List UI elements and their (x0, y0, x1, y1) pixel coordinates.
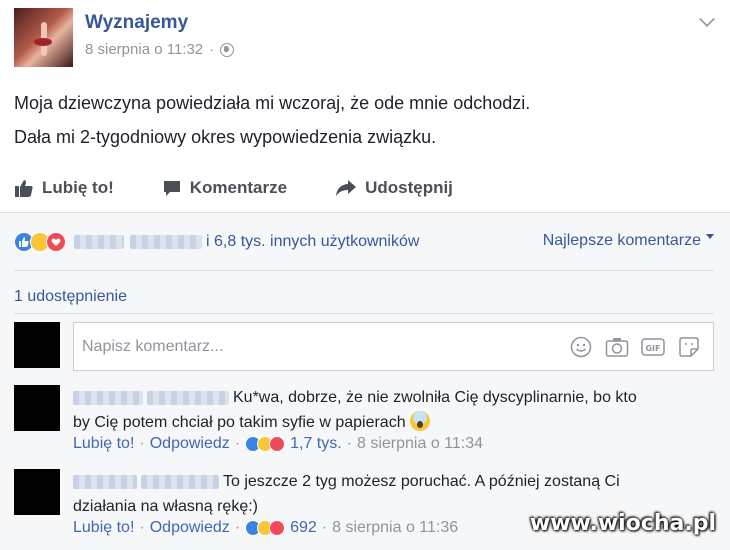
action-separator: · (346, 435, 352, 452)
share-button[interactable]: Udostępnij (335, 178, 453, 198)
post-line-1: Moja dziewczyna powiedziała mi wczoraj, … (14, 93, 531, 113)
comment-placeholder: Napisz komentarz... (82, 337, 224, 355)
comment-reply-link[interactable]: Odpowiedz (150, 435, 230, 453)
action-separator: · (139, 519, 145, 536)
action-separator: · (234, 519, 241, 536)
blurred-commenter-name[interactable] (73, 474, 137, 489)
globe-icon (220, 42, 235, 57)
comment-reply-link[interactable]: Odpowiedz (150, 519, 230, 537)
comment-bubble-icon (162, 178, 182, 198)
page-avatar[interactable] (14, 8, 73, 67)
divider (0, 212, 730, 213)
comment-line-1: To jeszcze 2 tyg możesz poruchać. A późn… (223, 473, 620, 490)
comment-date[interactable]: 8 sierpnia o 11:34 (357, 435, 483, 453)
post-line-2: Dała mi 2-tygodniowy okres wypowiedzenia… (14, 127, 437, 147)
comment-input[interactable]: Napisz komentarz... GIF (73, 322, 714, 371)
comment-reaction-count[interactable]: 692 (290, 519, 317, 537)
love-reaction-icon[interactable] (46, 232, 66, 252)
page-name[interactable]: Wyznajemy (85, 12, 188, 34)
action-separator: · (321, 519, 328, 536)
comment-date[interactable]: 8 sierpnia o 11:36 (332, 519, 458, 537)
emoji-icon[interactable] (569, 335, 593, 359)
comment-item: Ku*wa, dobrze, że nie zwolniła Cię dyscy… (14, 385, 714, 460)
love-reaction-icon (269, 436, 286, 452)
action-separator: · (139, 435, 145, 452)
comment-button[interactable]: Komentarze (162, 178, 287, 198)
like-label: Lubię to! (42, 178, 114, 197)
composer-icons: GIF (569, 335, 701, 359)
reactions-row: i 6,8 tys. innych użytkowników Najlepsze… (14, 229, 714, 255)
avatar-lips (34, 38, 52, 46)
comment-actions: Lubię to! · Odpowiedz · 1,7 tys. · 8 sie… (73, 435, 483, 453)
composer-avatar (14, 322, 60, 368)
gif-icon[interactable]: GIF (641, 335, 665, 359)
meta-separator: · (209, 41, 215, 58)
comment-line-2: działania na własną rękę:) (73, 498, 258, 515)
chevron-down-icon[interactable] (699, 11, 715, 27)
blurred-commenter-name[interactable] (73, 390, 143, 405)
action-separator: · (234, 435, 241, 452)
commenter-avatar[interactable] (14, 469, 60, 515)
sticker-icon[interactable] (677, 335, 701, 359)
post-meta: 8 sierpnia o 11:32 · (85, 41, 235, 58)
reactions-summary[interactable]: i 6,8 tys. innych użytkowników (206, 233, 419, 251)
comment-actions: Lubię to! · Odpowiedz · 692 · 8 sierpnia… (73, 519, 458, 537)
blurred-commenter-name[interactable] (147, 390, 229, 405)
camera-icon[interactable] (605, 335, 629, 359)
divider (14, 313, 714, 314)
comment-line-2: by Cię potem chciał po takim syfie w pap… (73, 414, 406, 431)
share-arrow-icon (335, 178, 357, 198)
shares-count[interactable]: 1 udostępnienie (14, 288, 127, 306)
screaming-face-emoji-icon (410, 411, 431, 431)
svg-text:GIF: GIF (645, 344, 660, 353)
post-text: Moja dziewczyna powiedziała mi wczoraj, … (14, 86, 530, 154)
action-bar: Lubię to! Komentarze Udostępnij (14, 170, 714, 206)
post-header: Wyznajemy 8 sierpnia o 11:32 · (14, 8, 715, 68)
comment-like-link[interactable]: Lubię to! (73, 519, 134, 537)
like-button[interactable]: Lubię to! (14, 178, 114, 198)
blurred-commenter-name[interactable] (141, 474, 219, 489)
thumbs-up-icon (14, 178, 34, 198)
comment-label: Komentarze (189, 178, 288, 197)
comment-line-1: Ku*wa, dobrze, że nie zwolniła Cię dyscy… (233, 389, 637, 406)
divider (14, 270, 714, 271)
share-label: Udostępnij (365, 178, 453, 197)
commenter-avatar[interactable] (14, 385, 60, 431)
comment-like-link[interactable]: Lubię to! (73, 435, 134, 453)
blurred-user-name[interactable] (130, 235, 202, 249)
comment-reaction-count[interactable]: 1,7 tys. (290, 435, 342, 453)
sort-comments-dropdown[interactable]: Najlepsze komentarze (543, 232, 714, 250)
love-reaction-icon (269, 520, 286, 536)
blurred-user-name[interactable] (74, 235, 124, 249)
watermark: www.wiocha.pl (529, 511, 716, 536)
post-date[interactable]: 8 sierpnia o 11:32 (85, 41, 203, 58)
comment-text: Ku*wa, dobrze, że nie zwolniła Cię dyscy… (73, 385, 713, 435)
